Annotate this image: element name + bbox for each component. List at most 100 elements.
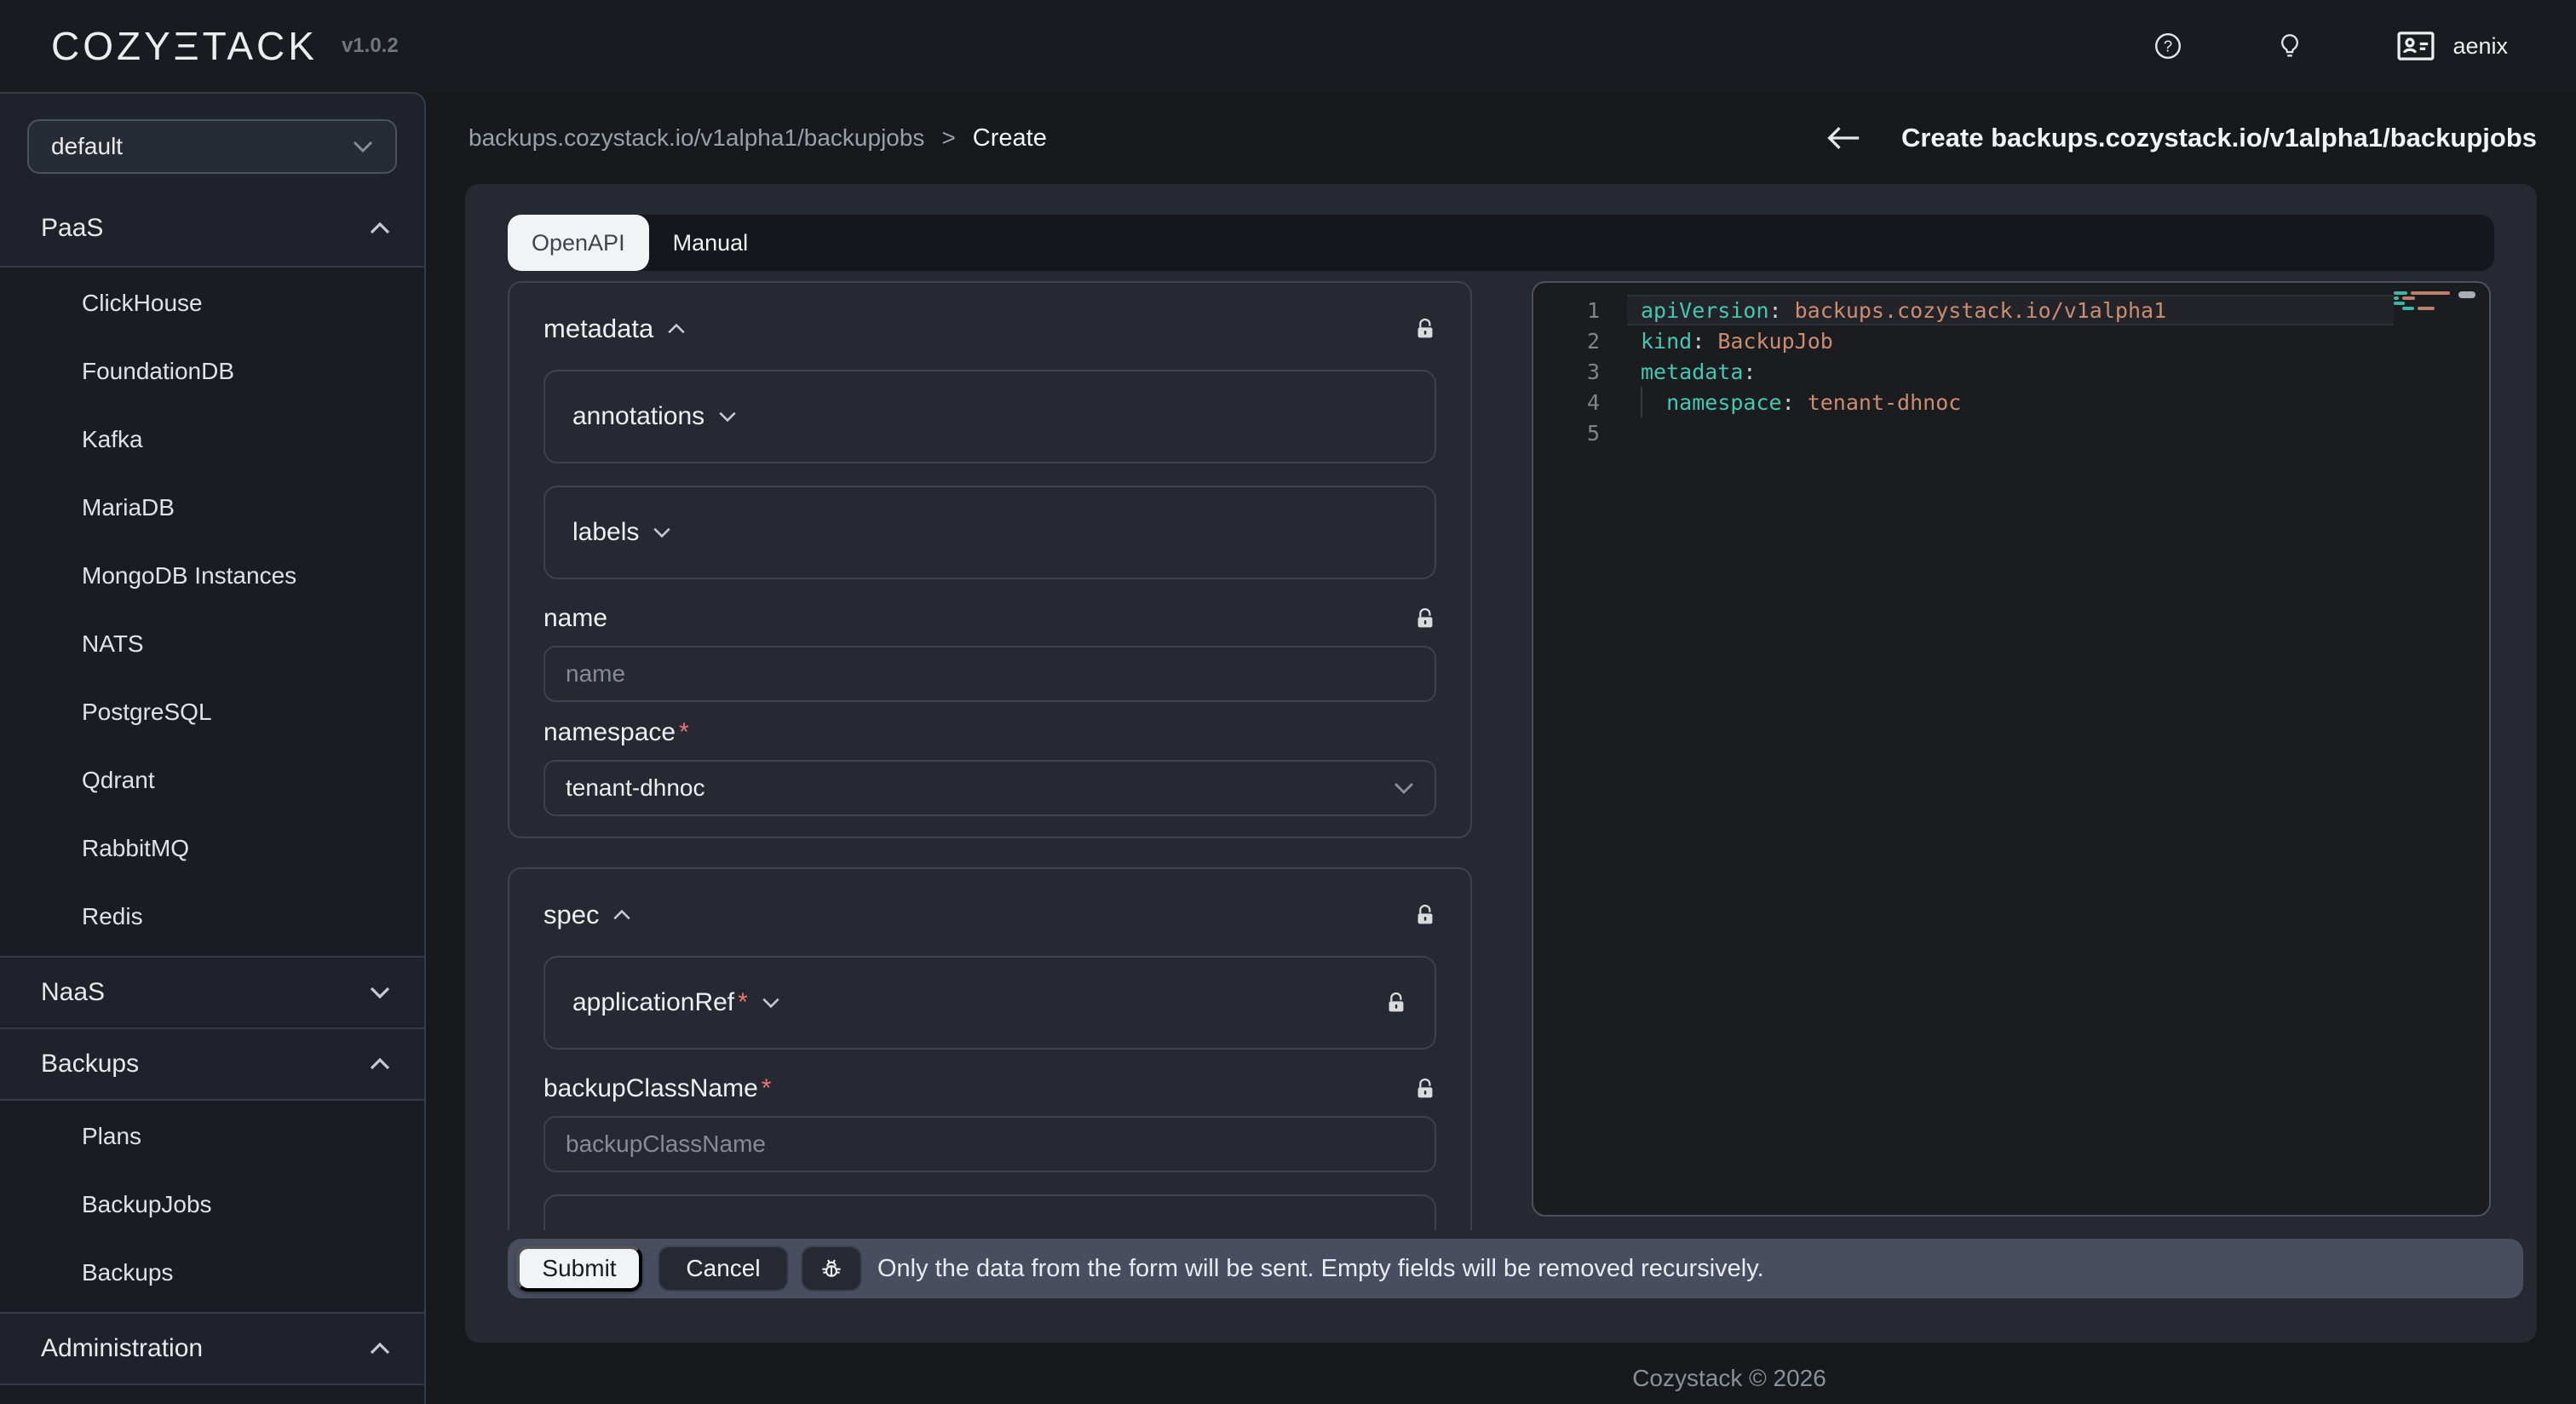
sidebar-item-qdrant[interactable]: Qdrant bbox=[0, 746, 424, 814]
chevron-up-icon bbox=[667, 323, 686, 335]
sidebar-section-paas[interactable]: PaaS bbox=[0, 191, 424, 266]
annotations-label: annotations bbox=[572, 402, 704, 431]
main-area: backups.cozystack.io/v1alpha1/backupjobs… bbox=[426, 92, 2576, 1404]
copyright: Cozystack © 2026 bbox=[1632, 1365, 1826, 1392]
breadcrumb-resource-link[interactable]: backups.cozystack.io/v1alpha1/backupjobs bbox=[469, 124, 924, 152]
svg-text:?: ? bbox=[2164, 37, 2172, 55]
unlock-icon[interactable] bbox=[1385, 990, 1407, 1016]
context-select[interactable]: default bbox=[27, 119, 397, 174]
name-field-label: name bbox=[543, 604, 607, 633]
top-bar: COZYΞTACK v1.0.2 ? aenix bbox=[0, 0, 2576, 92]
sidebar-item-kafka[interactable]: Kafka bbox=[0, 406, 424, 474]
app-logo: COZYΞTACK bbox=[51, 23, 318, 69]
context-select-value: default bbox=[51, 133, 123, 160]
tab-manual[interactable]: Manual bbox=[649, 215, 773, 271]
help-icon[interactable]: ? bbox=[2153, 31, 2183, 61]
sidebar-item-plans[interactable]: Plans bbox=[0, 1102, 424, 1171]
sidebar: default PaaSClickHouseFoundationDBKafkaM… bbox=[0, 92, 426, 1404]
form-note: Only the data from the form will be sent… bbox=[877, 1255, 1764, 1283]
sidebar-item-nats[interactable]: NATS bbox=[0, 610, 424, 678]
sidebar-section-backups[interactable]: Backups bbox=[0, 1027, 424, 1099]
sidebar-item-foundationdb[interactable]: FoundationDB bbox=[0, 337, 424, 406]
sidebar-item-backups[interactable]: Backups bbox=[0, 1239, 424, 1307]
code-line-2[interactable]: 2kind: BackupJob bbox=[1533, 325, 2489, 356]
breadcrumb-separator: > bbox=[941, 124, 955, 152]
sidebar-section-administration[interactable]: Administration bbox=[0, 1312, 424, 1384]
backup-class-name-label: backupClassName bbox=[543, 1074, 758, 1103]
namespace-select-value: tenant-dhnoc bbox=[566, 774, 704, 802]
sidebar-section-label: NaaS bbox=[41, 978, 105, 1007]
labels-label: labels bbox=[572, 518, 639, 547]
application-ref-label: applicationRef bbox=[572, 988, 734, 1017]
chevron-up-icon bbox=[370, 1342, 390, 1355]
sidebar-section-label: Administration bbox=[41, 1334, 203, 1363]
code-line-1[interactable]: 1apiVersion: backups.cozystack.io/v1alph… bbox=[1533, 295, 2489, 325]
chevron-up-icon bbox=[370, 222, 390, 235]
sidebar-section-naas[interactable]: NaaS bbox=[0, 956, 424, 1027]
chevron-down-icon bbox=[353, 140, 373, 153]
code-line-3[interactable]: 3metadata: bbox=[1533, 356, 2489, 387]
sidebar-submenu-paas: ClickHouseFoundationDBKafkaMariaDBMongoD… bbox=[0, 266, 424, 956]
tab-openapi[interactable]: OpenAPI bbox=[508, 215, 649, 271]
submit-button[interactable]: Submit bbox=[516, 1246, 642, 1292]
breadcrumb-current: Create bbox=[973, 124, 1047, 152]
sidebar-item-mariadb[interactable]: MariaDB bbox=[0, 474, 424, 542]
editor-minimap[interactable] bbox=[2394, 291, 2465, 312]
sidebar-item-backupjobs[interactable]: BackupJobs bbox=[0, 1171, 424, 1239]
spec-card-title: spec bbox=[543, 900, 599, 930]
bug-icon bbox=[818, 1255, 845, 1282]
sidebar-item-postgresql[interactable]: PostgreSQL bbox=[0, 678, 424, 746]
editor-lines: 1apiVersion: backups.cozystack.io/v1alph… bbox=[1533, 283, 2489, 448]
plan-ref-group[interactable]: planRef bbox=[543, 1194, 1436, 1230]
required-marker: * bbox=[679, 718, 689, 747]
debug-button[interactable] bbox=[801, 1246, 862, 1292]
tabstrip: OpenAPIManual bbox=[508, 215, 2494, 271]
sidebar-item-rabbitmq[interactable]: RabbitMQ bbox=[0, 814, 424, 883]
unlock-icon[interactable] bbox=[1414, 606, 1436, 631]
chevron-up-icon bbox=[612, 909, 631, 921]
annotations-group[interactable]: annotations bbox=[543, 370, 1436, 463]
app-version: v1.0.2 bbox=[342, 34, 399, 58]
sidebar-item-mongodb-instances[interactable]: MongoDB Instances bbox=[0, 542, 424, 610]
user-name: aenix bbox=[2452, 33, 2508, 60]
sidebar-section-label: PaaS bbox=[41, 214, 103, 243]
name-input[interactable] bbox=[543, 646, 1436, 702]
yaml-editor[interactable]: 1apiVersion: backups.cozystack.io/v1alph… bbox=[1532, 281, 2491, 1217]
sidebar-item-info[interactable]: Info bbox=[0, 1387, 424, 1404]
code-line-4[interactable]: 4 namespace: tenant-dhnoc bbox=[1533, 387, 2489, 417]
required-marker: * bbox=[738, 988, 748, 1017]
id-card-icon bbox=[2396, 31, 2435, 61]
chevron-down-icon bbox=[718, 411, 737, 423]
create-panel: OpenAPIManual metadata bbox=[465, 184, 2537, 1343]
backup-class-name-input[interactable] bbox=[543, 1116, 1436, 1172]
chevron-up-icon bbox=[370, 1057, 390, 1071]
code-line-5[interactable]: 5 bbox=[1533, 417, 2489, 448]
metadata-card: metadata annotations bbox=[508, 281, 1472, 838]
unlock-icon[interactable] bbox=[1414, 1076, 1436, 1102]
breadcrumb: backups.cozystack.io/v1alpha1/backupjobs… bbox=[469, 124, 1047, 152]
unlock-icon[interactable] bbox=[1414, 902, 1436, 928]
sidebar-submenu-administration: Info bbox=[0, 1384, 424, 1404]
chevron-down-icon bbox=[370, 986, 390, 999]
unlock-icon[interactable] bbox=[1414, 316, 1436, 342]
labels-group[interactable]: labels bbox=[543, 486, 1436, 579]
form-column: metadata annotations bbox=[508, 281, 1472, 1230]
action-bar: Submit Cancel Only the data from the for… bbox=[508, 1239, 2523, 1298]
namespace-select[interactable]: tenant-dhnoc bbox=[543, 760, 1436, 816]
chevron-down-icon bbox=[1394, 781, 1414, 795]
chevron-down-icon bbox=[762, 997, 780, 1009]
required-marker: * bbox=[762, 1074, 772, 1103]
chevron-down-icon bbox=[653, 526, 671, 538]
lightbulb-icon[interactable] bbox=[2275, 31, 2304, 61]
sidebar-item-clickhouse[interactable]: ClickHouse bbox=[0, 269, 424, 337]
sidebar-item-redis[interactable]: Redis bbox=[0, 883, 424, 951]
back-arrow-icon[interactable] bbox=[1826, 124, 1860, 152]
editor-scrollbar-thumb[interactable] bbox=[2458, 291, 2475, 298]
application-ref-group[interactable]: applicationRef* bbox=[543, 956, 1436, 1050]
user-menu[interactable]: aenix bbox=[2396, 31, 2508, 61]
page-title: Create backups.cozystack.io/v1alpha1/bac… bbox=[1901, 123, 2537, 153]
unlock-icon[interactable] bbox=[1385, 1228, 1407, 1230]
namespace-field-label: namespace bbox=[543, 718, 676, 747]
spec-card: spec applicationRef* bbox=[508, 867, 1472, 1230]
cancel-button[interactable]: Cancel bbox=[658, 1246, 789, 1292]
